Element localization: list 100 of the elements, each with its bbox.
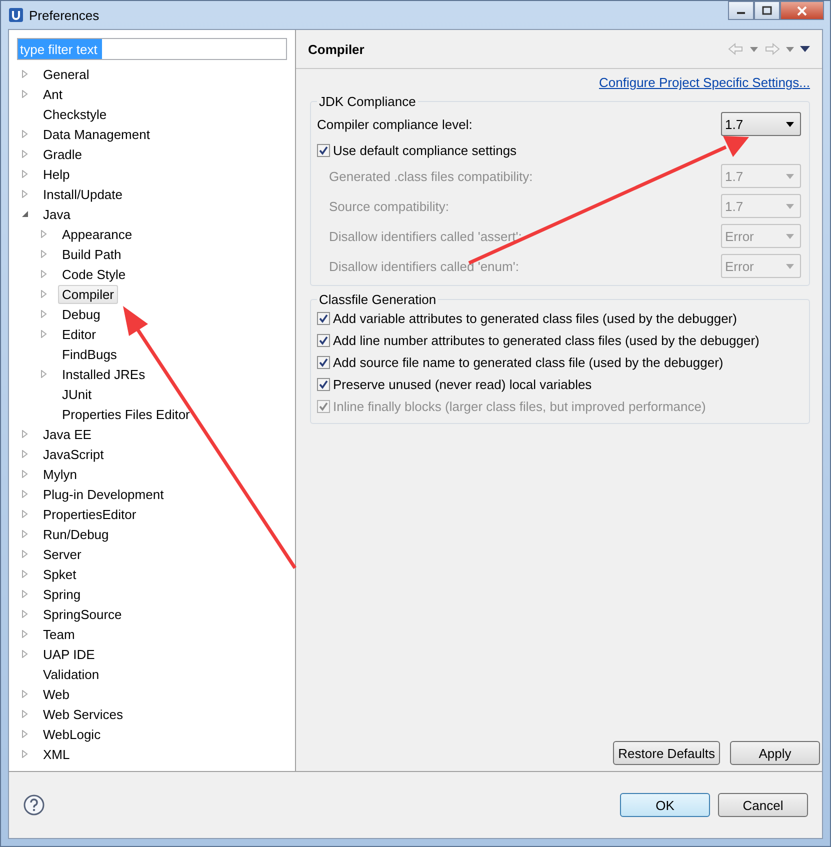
expand-icon[interactable] xyxy=(21,70,29,78)
expand-icon[interactable] xyxy=(21,610,29,618)
expand-icon[interactable] xyxy=(21,470,29,478)
menu-icon[interactable] xyxy=(800,46,810,52)
group-title: JDK Compliance xyxy=(318,94,417,109)
tree-item[interactable]: UAP IDE xyxy=(39,644,99,664)
tree-item[interactable]: Installed JREs xyxy=(58,364,150,384)
caret-icon xyxy=(786,204,794,208)
tree-item[interactable]: Web Services xyxy=(39,704,127,724)
expand-icon[interactable] xyxy=(21,190,29,198)
tree-item[interactable]: XML xyxy=(39,744,74,764)
expand-icon[interactable] xyxy=(21,450,29,458)
expand-icon[interactable] xyxy=(21,510,29,518)
setting-label: Source compatibility: xyxy=(329,198,449,214)
app-icon xyxy=(9,8,23,22)
group-title: Classfile Generation xyxy=(318,292,438,307)
maximize-button[interactable] xyxy=(754,1,780,20)
tree-item[interactable]: FindBugs xyxy=(58,344,121,364)
expand-icon[interactable] xyxy=(21,550,29,558)
checkbox-option[interactable]: Preserve unused (never read) local variables xyxy=(317,373,801,395)
page-title: Compiler xyxy=(308,42,364,56)
tree-item[interactable]: Data Management xyxy=(39,124,154,144)
expand-icon[interactable] xyxy=(40,330,48,338)
expand-icon[interactable] xyxy=(21,750,29,758)
checkbox-option[interactable]: Use default compliance settings xyxy=(317,139,801,161)
tree-item[interactable]: Server xyxy=(39,544,86,564)
checkbox[interactable] xyxy=(317,334,330,346)
expand-icon[interactable] xyxy=(40,270,48,278)
tree-item[interactable]: JUnit xyxy=(58,384,96,404)
tree-item[interactable]: Help xyxy=(39,164,74,184)
expand-icon[interactable] xyxy=(40,250,48,258)
tree-item[interactable]: General xyxy=(39,64,94,84)
tree-item[interactable]: WebLogic xyxy=(39,724,105,744)
checkbox[interactable] xyxy=(317,312,330,324)
expand-icon[interactable] xyxy=(21,570,29,578)
tree-item[interactable]: Validation xyxy=(39,664,104,684)
dropdown-icon[interactable] xyxy=(750,46,758,52)
window-title: Preferences xyxy=(29,8,100,22)
expand-icon[interactable] xyxy=(21,430,29,438)
forward-icon[interactable] xyxy=(764,43,780,55)
apply-button[interactable]: Apply xyxy=(730,741,820,765)
tree-item[interactable]: Build Path xyxy=(58,244,126,264)
expand-icon[interactable] xyxy=(40,230,48,238)
tree-item[interactable]: Spring xyxy=(39,584,85,604)
expand-icon[interactable] xyxy=(21,710,29,718)
collapse-icon[interactable] xyxy=(21,210,29,218)
tree-item[interactable]: SpringSource xyxy=(39,604,126,624)
tree-item[interactable]: Java EE xyxy=(39,424,96,444)
back-icon[interactable] xyxy=(728,43,744,55)
checkbox-option[interactable]: Add source file name to generated class file (used by the debugger) xyxy=(317,351,801,373)
checkbox[interactable] xyxy=(317,378,330,390)
tree-item[interactable]: Compiler xyxy=(58,284,118,304)
expand-icon[interactable] xyxy=(21,590,29,598)
configure-settings-link[interactable]: Configure Project Specific Settings... xyxy=(599,75,810,90)
expand-icon[interactable] xyxy=(40,370,48,378)
expand-icon[interactable] xyxy=(21,530,29,538)
restore-defaults-button[interactable]: Restore Defaults xyxy=(613,741,720,765)
help-icon[interactable] xyxy=(23,794,45,816)
tree-item[interactable]: Editor xyxy=(58,324,100,344)
caret-icon xyxy=(786,122,794,126)
tree-item[interactable]: Run/Debug xyxy=(39,524,113,544)
expand-icon[interactable] xyxy=(40,290,48,298)
tree-item[interactable]: Ant xyxy=(39,84,67,104)
tree-item[interactable]: Checkstyle xyxy=(39,104,111,124)
expand-icon[interactable] xyxy=(21,730,29,738)
checkbox-option[interactable]: Add variable attributes to generated class files (used by the debugger) xyxy=(317,307,801,329)
cancel-button[interactable]: Cancel xyxy=(718,793,808,817)
tree-item[interactable]: JavaScript xyxy=(39,444,108,464)
tree-item[interactable]: Properties Files Editor xyxy=(58,404,194,424)
tree-item[interactable]: Plug-in Development xyxy=(39,484,168,504)
tree-item[interactable]: PropertiesEditor xyxy=(39,504,140,524)
minimize-button[interactable] xyxy=(728,1,754,20)
expand-icon[interactable] xyxy=(21,690,29,698)
tree-item[interactable]: Web xyxy=(39,684,74,704)
tree-item[interactable]: Java xyxy=(39,204,74,224)
compliance-dropdown[interactable]: 1.7 xyxy=(721,112,801,136)
tree-item[interactable]: Install/Update xyxy=(39,184,126,204)
expand-icon[interactable] xyxy=(21,170,29,178)
tree-item[interactable]: Gradle xyxy=(39,144,86,164)
tree-item[interactable]: Code Style xyxy=(58,264,130,284)
caret-icon xyxy=(786,264,794,268)
expand-icon[interactable] xyxy=(40,310,48,318)
tree-item[interactable]: Team xyxy=(39,624,79,644)
tree-item[interactable]: Spket xyxy=(39,564,80,584)
setting-label: Disallow identifiers called 'enum': xyxy=(329,258,519,274)
tree-item[interactable]: Debug xyxy=(58,304,104,324)
tree-item[interactable]: Mylyn xyxy=(39,464,81,484)
tree-item[interactable]: Appearance xyxy=(58,224,136,244)
checkbox[interactable] xyxy=(317,356,330,368)
expand-icon[interactable] xyxy=(21,490,29,498)
expand-icon[interactable] xyxy=(21,150,29,158)
checkbox[interactable] xyxy=(317,144,330,156)
close-button[interactable] xyxy=(780,1,824,20)
expand-icon[interactable] xyxy=(21,630,29,638)
checkbox-option[interactable]: Add line number attributes to generated class files (used by the debugger) xyxy=(317,329,801,351)
expand-icon[interactable] xyxy=(21,130,29,138)
ok-button[interactable]: OK xyxy=(620,793,710,817)
dropdown-icon[interactable] xyxy=(786,46,794,52)
expand-icon[interactable] xyxy=(21,650,29,658)
expand-icon[interactable] xyxy=(21,90,29,98)
